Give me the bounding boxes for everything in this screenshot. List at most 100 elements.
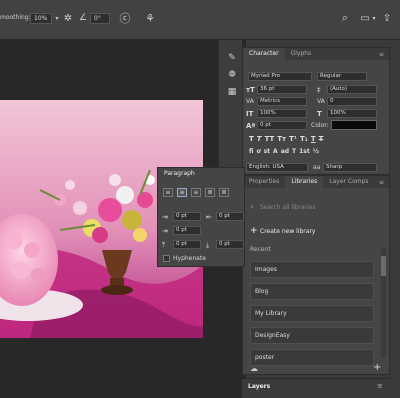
font-style-select[interactable]: Regular xyxy=(317,72,367,81)
font-size-field[interactable]: 36 pt xyxy=(257,85,307,94)
character-tabs: Character Glyphs ≡ xyxy=(243,48,389,60)
swash-button[interactable]: A xyxy=(273,148,278,155)
indent-first-field[interactable]: 0 pt xyxy=(173,226,201,235)
subscript-button[interactable]: T₁ xyxy=(300,135,308,143)
scrollbar-track[interactable] xyxy=(381,248,386,358)
kerning-icon: VA xyxy=(246,98,254,105)
align-left-icon[interactable]: ≡ xyxy=(163,188,173,197)
tracking-field[interactable]: 0 xyxy=(327,97,377,106)
ordinals-button[interactable]: 1st xyxy=(299,148,310,155)
search-libraries-input[interactable]: Search all libraries xyxy=(260,204,316,211)
discretionary-ligatures-button[interactable]: ơ xyxy=(256,148,260,155)
indent-right-field[interactable]: 0 pt xyxy=(216,212,244,221)
recent-label: Recent xyxy=(250,246,271,253)
align-right-icon[interactable]: ≡ xyxy=(191,188,201,197)
cloud-icon: ☁ xyxy=(250,364,258,373)
panel-menu-icon[interactable]: ≡ xyxy=(379,179,389,186)
underline-button[interactable]: T xyxy=(311,135,316,143)
add-icon[interactable]: + xyxy=(373,362,381,373)
hyphenate-label: Hyphenate xyxy=(173,255,206,262)
hyphenate-checkbox[interactable] xyxy=(163,255,170,262)
search-icon: ⌕ xyxy=(250,203,254,211)
justify-icon[interactable]: ≣ xyxy=(205,188,215,197)
library-item[interactable]: DesignEasy xyxy=(250,327,374,344)
leading-field[interactable]: (Auto) xyxy=(327,85,377,94)
strikethrough-button[interactable]: T xyxy=(319,135,324,143)
layers-panel: Layers ≡ xyxy=(242,378,390,398)
library-item[interactable]: My Library xyxy=(250,305,374,322)
color-swatch[interactable] xyxy=(331,120,377,130)
indent-left-field[interactable]: 0 pt xyxy=(173,212,201,221)
align-center-icon[interactable]: ≡ xyxy=(177,188,187,197)
stylistic-alternates-button[interactable]: st xyxy=(264,148,270,155)
library-item[interactable]: poster xyxy=(250,349,374,366)
chevron-down-icon[interactable]: ▾ xyxy=(370,12,378,24)
all-caps-button[interactable]: TT xyxy=(265,135,275,143)
brushes-icon[interactable]: ❁ xyxy=(226,69,238,81)
horizontal-scale-icon: T xyxy=(317,110,322,118)
indent-first-icon: ⇥ xyxy=(162,227,168,235)
grid-icon[interactable]: ▦ xyxy=(226,86,238,98)
space-before-icon: ⤒ xyxy=(162,241,166,249)
ligatures-button[interactable]: fi xyxy=(249,148,253,155)
baseline-shift-field[interactable]: 0 pt xyxy=(257,121,307,130)
superscript-button[interactable]: T¹ xyxy=(289,135,297,143)
vertical-scale-field[interactable]: 100% xyxy=(257,109,307,118)
gear-icon[interactable]: ✲ xyxy=(62,12,74,24)
tab-paragraph[interactable]: Paragraph xyxy=(158,168,201,180)
indent-right-icon: ⇤ xyxy=(206,213,212,221)
pressure-icon[interactable]: ⓒ xyxy=(118,11,132,25)
font-family-select[interactable]: Myriad Pro xyxy=(248,72,312,81)
space-after-field[interactable]: 0 pt xyxy=(216,240,244,249)
options-bar: moothing: 10% ▾ ✲ ∠ 0° ⓒ ⚘ ⌕ ▭ ▾ ⇪ xyxy=(0,0,400,40)
faux-bold-button[interactable]: T xyxy=(249,135,254,143)
libraries-tabs: Properties Libraries Layer Comps ≡ xyxy=(243,176,389,188)
tab-character[interactable]: Character xyxy=(243,48,285,60)
symmetry-icon[interactable]: ⚘ xyxy=(143,11,157,25)
font-size-icon: ᴛT xyxy=(246,86,255,94)
leading-icon: ‡ xyxy=(317,86,321,94)
tab-properties[interactable]: Properties xyxy=(243,176,285,188)
titling-button[interactable]: ad xyxy=(281,148,289,155)
horizontal-scale-field[interactable]: 100% xyxy=(327,109,377,118)
color-label: Color: xyxy=(311,122,329,129)
justify-all-icon[interactable]: ≣ xyxy=(219,188,229,197)
share-icon[interactable]: ⇪ xyxy=(380,11,394,25)
plus-icon[interactable]: + xyxy=(250,226,258,236)
tracking-icon: VA xyxy=(317,98,325,105)
search-icon[interactable]: ⌕ xyxy=(338,11,352,25)
baseline-shift-icon: Aª xyxy=(246,122,256,130)
tab-libraries[interactable]: Libraries xyxy=(285,176,324,188)
panel-dock-icons: ✎ ❁ ▦ xyxy=(218,40,242,180)
tab-glyphs[interactable]: Glyphs xyxy=(285,48,318,60)
fractions-button[interactable]: ½ xyxy=(313,148,319,155)
tab-layer-comps[interactable]: Layer Comps xyxy=(323,176,374,188)
faux-italic-button[interactable]: T xyxy=(257,135,262,143)
panel-menu-icon[interactable]: ≡ xyxy=(377,382,383,390)
create-library-button[interactable]: Create new library xyxy=(260,228,315,235)
antialias-icon: aa xyxy=(313,164,321,171)
library-item[interactable]: Blog xyxy=(250,283,374,300)
angle-icon: ∠ xyxy=(78,13,88,23)
language-select[interactable]: English: USA xyxy=(246,163,308,172)
brush-settings-icon[interactable]: ✎ xyxy=(226,52,238,64)
panel-menu-icon[interactable]: ≡ xyxy=(379,51,389,58)
libraries-panel: Properties Libraries Layer Comps ≡ ⌕ Sea… xyxy=(242,175,390,375)
paragraph-tabs: Paragraph xyxy=(158,168,201,180)
kerning-field[interactable]: Metrics xyxy=(257,97,307,106)
smoothing-field[interactable]: 10% xyxy=(30,13,52,24)
library-item[interactable]: Images xyxy=(250,261,374,278)
scrollbar-thumb[interactable] xyxy=(381,256,386,276)
vertical-scale-icon: IT xyxy=(246,110,254,118)
ornaments-button[interactable]: T xyxy=(292,148,296,155)
chevron-down-icon[interactable]: ▾ xyxy=(53,13,61,24)
alignment-buttons: ≡ ≡ ≡ ≣ ≣ xyxy=(163,188,229,197)
small-caps-button[interactable]: Tт xyxy=(277,135,286,143)
antialias-select[interactable]: Sharp xyxy=(323,163,377,172)
smoothing-label: moothing: xyxy=(0,14,31,21)
space-before-field[interactable]: 0 pt xyxy=(173,240,201,249)
paragraph-panel: Paragraph ≡ ≡ ≡ ≣ ≣ ⇥ 0 pt ⇤ 0 pt ⇥ 0 pt… xyxy=(157,167,245,267)
indent-left-icon: ⇥ xyxy=(162,213,168,221)
angle-field[interactable]: 0° xyxy=(90,13,110,24)
tab-layers[interactable]: Layers xyxy=(248,383,270,390)
